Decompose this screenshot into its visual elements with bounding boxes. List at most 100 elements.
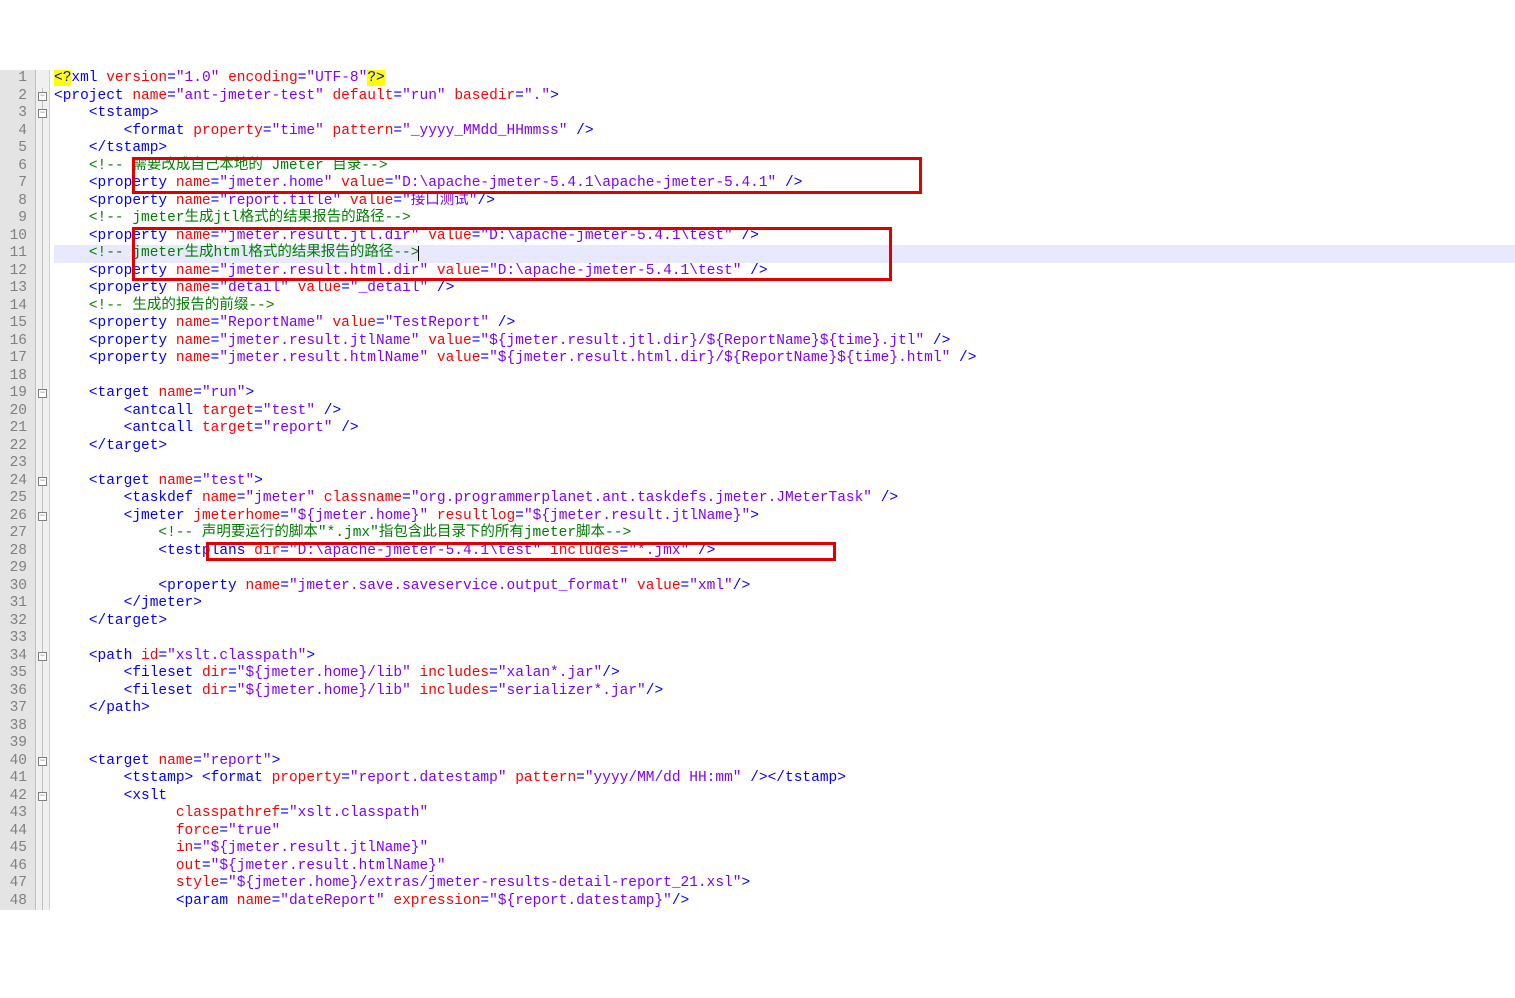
code-line[interactable] xyxy=(54,630,1515,648)
line-number: 43 xyxy=(6,805,27,823)
code-line[interactable]: <property name="report.title" value="接口测… xyxy=(54,193,1515,211)
line-number: 35 xyxy=(6,665,27,683)
line-number: 3 xyxy=(6,105,27,123)
fold-column[interactable]: − − − − − − − − xyxy=(36,70,50,910)
code-line[interactable]: <?xml version="1.0" encoding="UTF-8"?> xyxy=(54,70,1515,88)
line-number: 17 xyxy=(6,350,27,368)
code-line[interactable]: <property name="jmeter.result.html.dir" … xyxy=(54,263,1515,281)
code-line[interactable]: <!-- jmeter生成jtl格式的结果报告的路径--> xyxy=(54,210,1515,228)
line-number: 20 xyxy=(6,403,27,421)
code-line[interactable]: force="true" xyxy=(54,823,1515,841)
fold-toggle[interactable]: − xyxy=(38,792,47,801)
line-number: 33 xyxy=(6,630,27,648)
fold-toggle[interactable]: − xyxy=(38,477,47,486)
text-cursor xyxy=(418,246,419,261)
code-line[interactable]: <antcall target="test" /> xyxy=(54,403,1515,421)
code-line[interactable]: <format property="time" pattern="_yyyy_M… xyxy=(54,123,1515,141)
code-line[interactable]: </tstamp> xyxy=(54,140,1515,158)
line-number: 21 xyxy=(6,420,27,438)
code-line[interactable]: <property name="jmeter.result.jtlName" v… xyxy=(54,333,1515,351)
line-number: 39 xyxy=(6,735,27,753)
code-line[interactable]: <property name="jmeter.result.htmlName" … xyxy=(54,350,1515,368)
code-line[interactable]: <tstamp> xyxy=(54,105,1515,123)
line-number: 24 xyxy=(6,473,27,491)
line-number: 15 xyxy=(6,315,27,333)
code-line[interactable]: <jmeter jmeterhome="${jmeter.home}" resu… xyxy=(54,508,1515,526)
line-number: 30 xyxy=(6,578,27,596)
code-line[interactable]: out="${jmeter.result.htmlName}" xyxy=(54,858,1515,876)
line-number: 44 xyxy=(6,823,27,841)
code-line[interactable]: <!-- 声明要运行的脚本"*.jmx"指包含此目录下的所有jmeter脚本--… xyxy=(54,525,1515,543)
code-line[interactable] xyxy=(54,368,1515,386)
code-line[interactable]: <target name="test"> xyxy=(54,473,1515,491)
code-line[interactable]: <testplans dir="D:\apache-jmeter-5.4.1\t… xyxy=(54,543,1515,561)
code-line[interactable]: <target name="report"> xyxy=(54,753,1515,771)
line-number: 1 xyxy=(6,70,27,88)
line-number: 31 xyxy=(6,595,27,613)
code-line[interactable] xyxy=(54,735,1515,753)
line-number: 36 xyxy=(6,683,27,701)
fold-toggle[interactable]: − xyxy=(38,652,47,661)
code-line[interactable]: <antcall target="report" /> xyxy=(54,420,1515,438)
line-number: 23 xyxy=(6,455,27,473)
fold-toggle[interactable]: − xyxy=(38,389,47,398)
line-number: 38 xyxy=(6,718,27,736)
code-line[interactable]: <project name="ant-jmeter-test" default=… xyxy=(54,88,1515,106)
code-line[interactable]: <path id="xslt.classpath"> xyxy=(54,648,1515,666)
code-line[interactable]: <!-- 生成的报告的前缀--> xyxy=(54,298,1515,316)
line-number: 37 xyxy=(6,700,27,718)
line-number: 29 xyxy=(6,560,27,578)
line-number: 19 xyxy=(6,385,27,403)
code-editor[interactable]: 1234567891011121314151617181920212223242… xyxy=(0,70,1515,910)
line-number: 16 xyxy=(6,333,27,351)
line-number: 28 xyxy=(6,543,27,561)
line-number: 34 xyxy=(6,648,27,666)
code-line[interactable]: <fileset dir="${jmeter.home}/lib" includ… xyxy=(54,683,1515,701)
code-line[interactable]: <property name="detail" value="_detail" … xyxy=(54,280,1515,298)
code-line[interactable]: <fileset dir="${jmeter.home}/lib" includ… xyxy=(54,665,1515,683)
line-number: 7 xyxy=(6,175,27,193)
code-line[interactable]: <tstamp> <format property="report.datest… xyxy=(54,770,1515,788)
line-number: 47 xyxy=(6,875,27,893)
code-line[interactable]: </jmeter> xyxy=(54,595,1515,613)
code-line[interactable]: <property name="jmeter.home" value="D:\a… xyxy=(54,175,1515,193)
line-number: 48 xyxy=(6,893,27,911)
code-line[interactable]: in="${jmeter.result.jtlName}" xyxy=(54,840,1515,858)
code-line[interactable]: classpathref="xslt.classpath" xyxy=(54,805,1515,823)
line-number: 14 xyxy=(6,298,27,316)
line-number: 45 xyxy=(6,840,27,858)
code-line[interactable]: </target> xyxy=(54,438,1515,456)
line-number: 11 xyxy=(6,245,27,263)
fold-toggle[interactable]: − xyxy=(38,512,47,521)
code-line[interactable] xyxy=(54,455,1515,473)
code-line[interactable]: <!-- 需要改成自己本地的 Jmeter 目录--> xyxy=(54,158,1515,176)
line-number: 46 xyxy=(6,858,27,876)
code-line[interactable]: <taskdef name="jmeter" classname="org.pr… xyxy=(54,490,1515,508)
line-number: 8 xyxy=(6,193,27,211)
code-area[interactable]: <?xml version="1.0" encoding="UTF-8"?><p… xyxy=(50,70,1515,910)
line-number: 25 xyxy=(6,490,27,508)
line-number-gutter: 1234567891011121314151617181920212223242… xyxy=(0,70,36,910)
code-line[interactable]: <param name="dateReport" expression="${r… xyxy=(54,893,1515,911)
code-line[interactable]: </path> xyxy=(54,700,1515,718)
line-number: 10 xyxy=(6,228,27,246)
line-number: 42 xyxy=(6,788,27,806)
code-line[interactable]: <property name="jmeter.result.jtl.dir" v… xyxy=(54,228,1515,246)
fold-toggle[interactable]: − xyxy=(38,109,47,118)
line-number: 12 xyxy=(6,263,27,281)
code-line[interactable]: <property name="jmeter.save.saveservice.… xyxy=(54,578,1515,596)
fold-toggle[interactable]: − xyxy=(38,757,47,766)
code-line[interactable]: <xslt xyxy=(54,788,1515,806)
code-line[interactable]: style="${jmeter.home}/extras/jmeter-resu… xyxy=(54,875,1515,893)
code-line[interactable] xyxy=(54,718,1515,736)
code-line[interactable]: </target> xyxy=(54,613,1515,631)
code-line[interactable]: <target name="run"> xyxy=(54,385,1515,403)
line-number: 13 xyxy=(6,280,27,298)
line-number: 26 xyxy=(6,508,27,526)
code-line[interactable]: <!-- jmeter生成html格式的结果报告的路径--> xyxy=(54,245,1515,263)
code-line[interactable] xyxy=(54,560,1515,578)
line-number: 41 xyxy=(6,770,27,788)
fold-toggle[interactable]: − xyxy=(38,92,47,101)
line-number: 27 xyxy=(6,525,27,543)
code-line[interactable]: <property name="ReportName" value="TestR… xyxy=(54,315,1515,333)
